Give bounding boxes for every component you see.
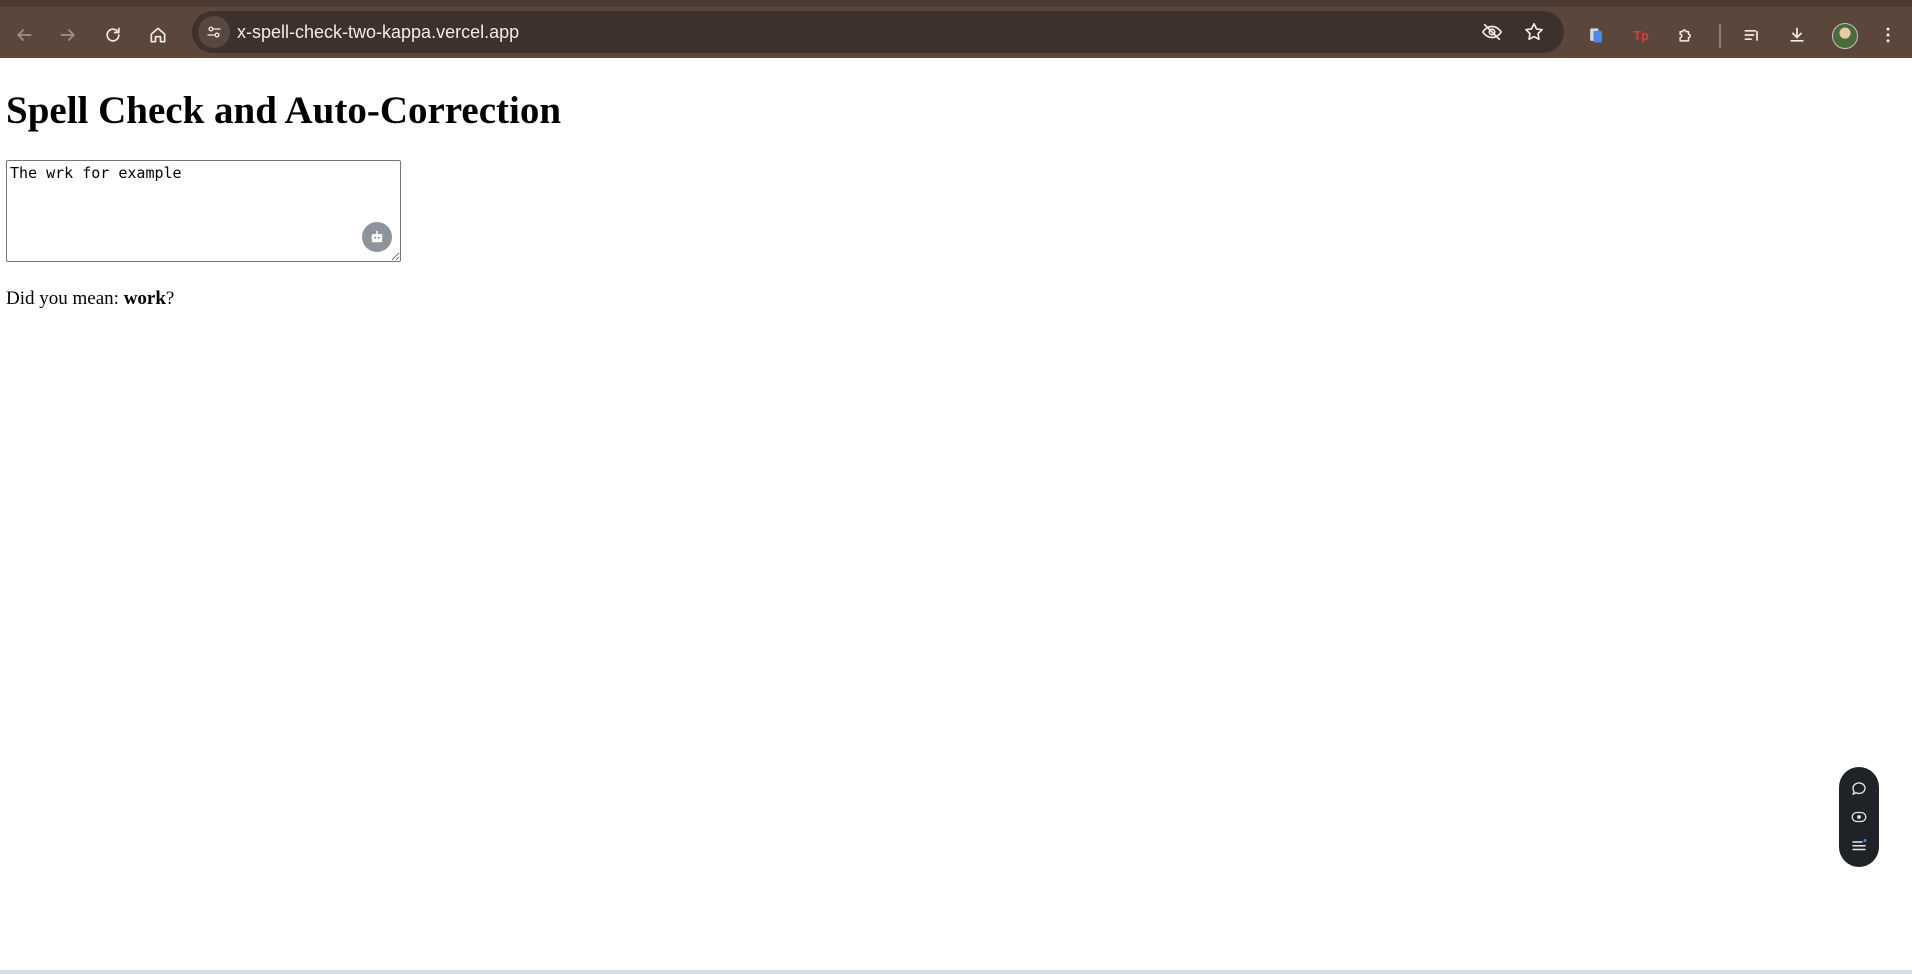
- address-bar[interactable]: x-spell-check-two-kappa.vercel.app: [192, 11, 1564, 53]
- spell-check-textarea[interactable]: [6, 160, 401, 262]
- docs-extension-button[interactable]: [1578, 17, 1614, 53]
- reading-list-icon: [1744, 30, 1758, 41]
- bottom-edge: [0, 970, 1912, 974]
- star-icon: [1525, 22, 1543, 41]
- list-button[interactable]: [1848, 834, 1870, 856]
- site-info-button[interactable]: [198, 16, 230, 48]
- screen-record-button[interactable]: [1848, 806, 1870, 828]
- suggested-word: work: [123, 288, 166, 309]
- home-button[interactable]: [140, 17, 176, 53]
- forward-arrow-icon: [60, 29, 75, 41]
- puzzle-icon: [1679, 29, 1691, 42]
- kebab-menu-icon: [1886, 27, 1890, 43]
- profile-avatar[interactable]: [1832, 23, 1858, 49]
- robot-icon: [371, 231, 383, 243]
- bookmark-button[interactable]: [1522, 20, 1546, 44]
- reading-list-button[interactable]: [1734, 17, 1770, 53]
- svg-text:Tp: Tp: [1634, 29, 1650, 43]
- reload-icon: [106, 27, 120, 42]
- downloads-button[interactable]: [1779, 17, 1815, 53]
- url-text[interactable]: x-spell-check-two-kappa.vercel.app: [237, 22, 519, 43]
- extensions-button[interactable]: [1668, 17, 1704, 53]
- tp-extension-button[interactable]: Tp: [1623, 17, 1659, 53]
- screen-record-icon: [1851, 811, 1867, 823]
- chat-button[interactable]: [1848, 778, 1870, 800]
- browser-toolbar: x-spell-check-two-kappa.vercel.app Tp: [0, 0, 1912, 58]
- writing-assistant-button[interactable]: [362, 222, 392, 252]
- reload-button[interactable]: [95, 17, 131, 53]
- suggestion-prefix: Did you mean:: [6, 288, 124, 309]
- web-page: Spell Check and Auto-Correction Did you …: [0, 58, 1912, 972]
- floating-side-panel: [1839, 767, 1879, 867]
- forward-button[interactable]: [50, 17, 86, 53]
- page-title: Spell Check and Auto-Correction: [6, 89, 562, 132]
- browser-menu-button[interactable]: [1870, 17, 1906, 53]
- tp-extension-icon: Tp: [1634, 29, 1650, 43]
- home-icon: [150, 27, 166, 43]
- text-input-wrapper: [6, 160, 401, 262]
- toolbar-divider: [1719, 24, 1721, 48]
- download-icon: [1790, 27, 1804, 42]
- eye-off-icon: [1481, 23, 1503, 41]
- list-icon: [1852, 839, 1867, 851]
- suggestion-text: Did you mean: work?: [6, 288, 174, 310]
- back-arrow-icon: [17, 29, 32, 41]
- site-settings-icon: [207, 26, 221, 38]
- suggestion-suffix: ?: [165, 288, 175, 309]
- chat-icon: [1852, 782, 1866, 795]
- tracking-protection-button[interactable]: [1480, 20, 1504, 44]
- back-button[interactable]: [6, 17, 42, 53]
- docs-extension-icon: [1590, 28, 1602, 43]
